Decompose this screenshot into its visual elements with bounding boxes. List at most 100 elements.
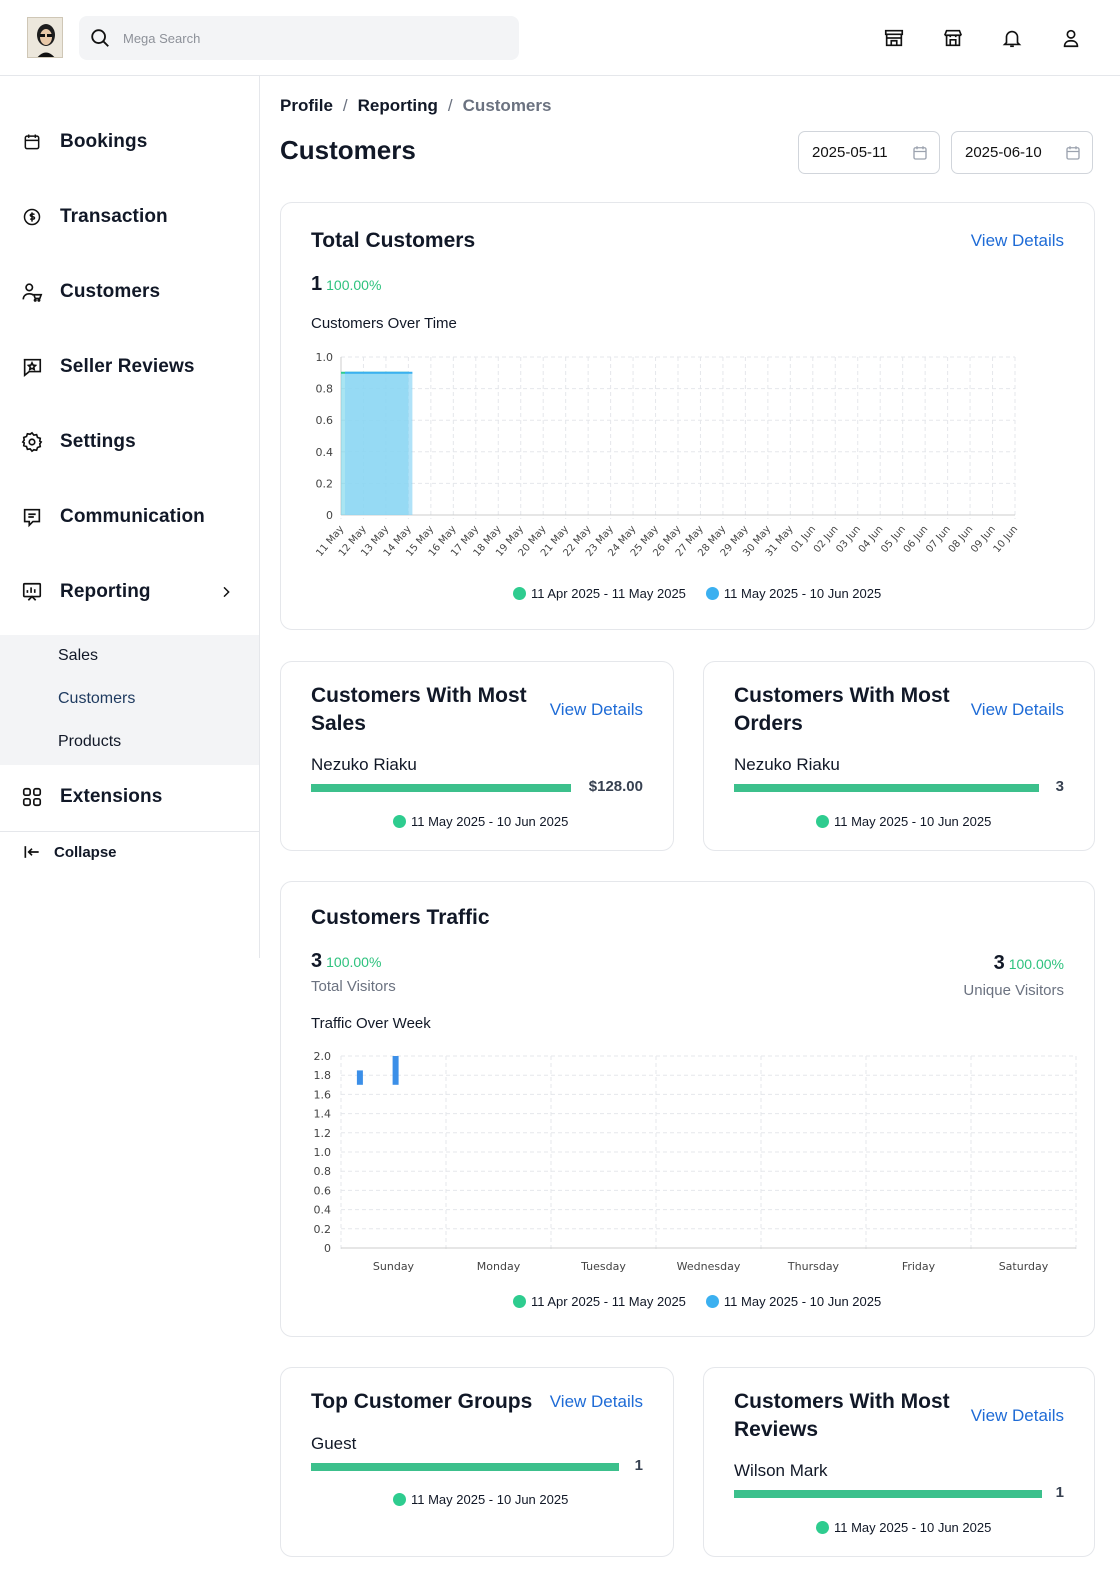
- avatar[interactable]: [27, 17, 63, 58]
- sidebar-item-label: Customers: [60, 281, 161, 302]
- bar-value: 1: [1055, 1484, 1064, 1501]
- x-tick-label: Wednesday: [677, 1260, 741, 1273]
- legend-item-previous[interactable]: 11 Apr 2025 - 11 May 2025: [513, 1294, 686, 1309]
- calendar-icon: [913, 146, 927, 160]
- sidebar-item-label: Extensions: [60, 786, 163, 807]
- change-percent: 100.00%: [1008, 956, 1064, 972]
- bar: [392, 1056, 399, 1085]
- x-tick-label: Friday: [902, 1260, 936, 1273]
- sidebar-item-label: Communication: [60, 506, 205, 527]
- most-sales-card: Customers With Most Sales View Details Ne…: [280, 661, 674, 851]
- legend-item-current[interactable]: 11 May 2025 - 10 Jun 2025: [705, 1294, 881, 1309]
- bar-value: $128.00: [588, 778, 643, 795]
- view-details-link[interactable]: View Details: [971, 231, 1064, 251]
- sidebar: Bookings Transaction Customers Seller Re…: [0, 76, 260, 958]
- collapse-row: Collapse: [0, 831, 259, 871]
- progress-bar: [734, 784, 1039, 792]
- sidebar-item-settings[interactable]: Settings: [0, 418, 259, 466]
- chart-legend: 11 Apr 2025 - 11 May 2025 11 May 2025 - …: [513, 1294, 901, 1309]
- card-title: Customers Traffic: [311, 906, 490, 929]
- total-visitors-value: 3: [311, 950, 323, 972]
- card-title: Customers With Most Sales: [311, 684, 527, 735]
- start-date-value: 2025-05-11: [812, 144, 888, 161]
- x-tick-label: Thursday: [787, 1260, 840, 1273]
- shop-icon[interactable]: [939, 24, 967, 52]
- start-date-input[interactable]: 2025-05-11: [798, 131, 940, 174]
- calendar-icon: [20, 130, 44, 154]
- breadcrumb-reporting[interactable]: Reporting: [358, 96, 438, 116]
- sidebar-item-label: Seller Reviews: [60, 356, 195, 377]
- customers-traffic-card: Customers Traffic 3 100.00% Total Visito…: [280, 881, 1095, 1337]
- search-input[interactable]: [123, 16, 503, 60]
- progress-bar: [311, 1463, 619, 1471]
- sidebar-item-label: Settings: [60, 431, 136, 452]
- group-name: Guest: [311, 1434, 357, 1453]
- sidebar-item-customers[interactable]: Customers: [0, 268, 259, 316]
- most-orders-card: Customers With Most Orders View Details N…: [703, 661, 1095, 851]
- y-tick-label: 0.8: [314, 1165, 332, 1178]
- card-legend: 11 May 2025 - 10 Jun 2025: [393, 814, 588, 829]
- view-details-link[interactable]: View Details: [971, 700, 1064, 720]
- user-icon[interactable]: [1057, 24, 1085, 52]
- legend-dot: [393, 815, 406, 828]
- progress-bar: [734, 1490, 1042, 1498]
- dollar-circle-icon: [20, 205, 44, 229]
- bell-icon[interactable]: [998, 24, 1026, 52]
- view-details-link[interactable]: View Details: [550, 700, 643, 720]
- card-legend: 11 May 2025 - 10 Jun 2025: [816, 814, 1011, 829]
- y-tick-label: 1.2: [314, 1127, 332, 1140]
- card-title: Total Customers: [311, 229, 476, 252]
- customers-icon: [20, 280, 44, 304]
- total-visitors-stat: 3 100.00%: [311, 950, 381, 973]
- collapse-button[interactable]: Collapse: [22, 842, 117, 862]
- y-tick-label: 0.6: [314, 1184, 332, 1197]
- most-reviews-card: Customers With Most Reviews View Details …: [703, 1367, 1095, 1557]
- y-tick-label: 1.6: [314, 1088, 332, 1101]
- legend-dot: [705, 587, 719, 600]
- legend-dot: [513, 1295, 526, 1308]
- submenu-item-sales[interactable]: Sales: [58, 647, 98, 665]
- unique-visitors-stat: 3 100.00%: [994, 952, 1064, 975]
- view-details-link[interactable]: View Details: [971, 1406, 1064, 1426]
- traffic-over-week-chart: 0 0.2 0.4 0.6 0.8 1.0 1.2 1.4 1.6 1.8 2.0 Sunday Mon…: [314, 1050, 1077, 1273]
- store-icon[interactable]: [880, 24, 908, 52]
- progress-bar: [311, 784, 571, 792]
- total-customers-stat: 1 100.00%: [311, 273, 381, 296]
- sidebar-item-extensions[interactable]: Extensions: [0, 773, 259, 821]
- y-tick-label: 1.4: [314, 1108, 332, 1121]
- breadcrumb-current: Customers: [462, 96, 552, 115]
- y-tick-label: 0.4: [316, 446, 334, 459]
- y-tick-label: 1.0: [314, 1146, 332, 1159]
- y-tick-label: 0: [324, 1242, 331, 1255]
- sidebar-item-communication[interactable]: Communication: [0, 493, 259, 541]
- total-customers-value: 1: [311, 273, 323, 295]
- search-bar[interactable]: [79, 16, 519, 60]
- chart-caption: Customers Over Time: [311, 315, 457, 332]
- end-date-input[interactable]: 2025-06-10: [951, 131, 1093, 174]
- change-percent: 100.00%: [326, 954, 382, 970]
- sidebar-item-seller-reviews[interactable]: Seller Reviews: [0, 343, 259, 391]
- sidebar-item-bookings[interactable]: Bookings: [0, 118, 259, 166]
- y-tick-label: 0.2: [314, 1223, 332, 1236]
- view-details-link[interactable]: View Details: [550, 1392, 643, 1412]
- breadcrumb-profile[interactable]: Profile: [280, 96, 333, 116]
- sidebar-item-reporting[interactable]: Reporting: [0, 568, 259, 616]
- change-percent: 100.00%: [326, 277, 382, 293]
- end-date-value: 2025-06-10: [965, 144, 1042, 161]
- collapse-icon: [24, 846, 39, 858]
- legend-item-previous[interactable]: 11 Apr 2025 - 11 May 2025: [513, 586, 686, 601]
- bar-value: 3: [1055, 778, 1064, 795]
- y-tick-label: 2.0: [314, 1050, 332, 1063]
- total-visitors-label: Total Visitors: [311, 978, 396, 995]
- y-tick-label: 0.6: [316, 414, 334, 427]
- review-icon: [20, 355, 44, 379]
- submenu-item-products[interactable]: Products: [58, 733, 121, 751]
- submenu-item-customers[interactable]: Customers: [58, 690, 135, 708]
- total-customers-card: Total Customers View Details 1 100.00% C…: [280, 202, 1095, 630]
- sidebar-item-transaction[interactable]: Transaction: [0, 193, 259, 241]
- sidebar-item-label: Bookings: [60, 131, 148, 152]
- sidebar-item-label: Reporting: [60, 581, 151, 602]
- customer-name: Wilson Mark: [734, 1461, 828, 1480]
- legend-item-current[interactable]: 11 May 2025 - 10 Jun 2025: [705, 586, 881, 601]
- page-title: Customers: [280, 135, 416, 165]
